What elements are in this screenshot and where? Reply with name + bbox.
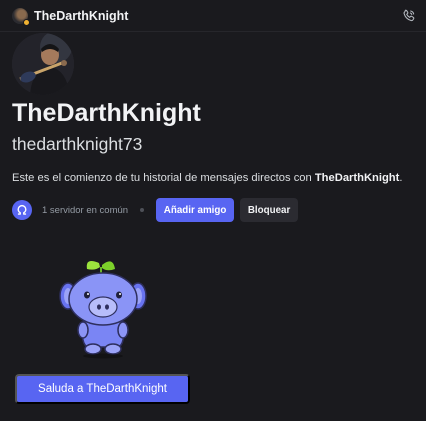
channel-header: TheDarthKnight [0,0,426,32]
mutual-server-icon[interactable] [12,200,32,220]
wumpus-illustration [59,261,147,359]
intro-text: Este es el comienzo de tu historial de m… [12,172,402,184]
profile-avatar[interactable] [12,33,74,95]
user-avatar-icon[interactable] [12,7,30,26]
header-username[interactable]: TheDarthKnight [34,9,128,23]
intro-username[interactable]: TheDarthKnight [315,172,400,184]
phone-call-icon[interactable] [401,8,417,24]
profile-display-name: TheDarthKnight [12,99,201,127]
status-indicator [23,18,30,26]
profile-photo [12,33,74,95]
omega-icon [17,204,27,215]
mutual-servers-link[interactable]: 1 servidor en común [42,205,128,216]
profile-actions: 1 servidor en común Añadir amigo Bloquea… [12,198,299,222]
wave-button[interactable]: Saluda a TheDarthKnight [15,374,190,404]
profile-username: thedarthknight73 [12,134,143,154]
intro-suffix: . [399,172,403,184]
intro-prefix: Este es el comienzo de tu historial de m… [12,172,315,184]
block-button[interactable]: Bloquear [240,198,299,222]
add-friend-button[interactable]: Añadir amigo [156,198,235,222]
separator-dot [140,208,145,212]
